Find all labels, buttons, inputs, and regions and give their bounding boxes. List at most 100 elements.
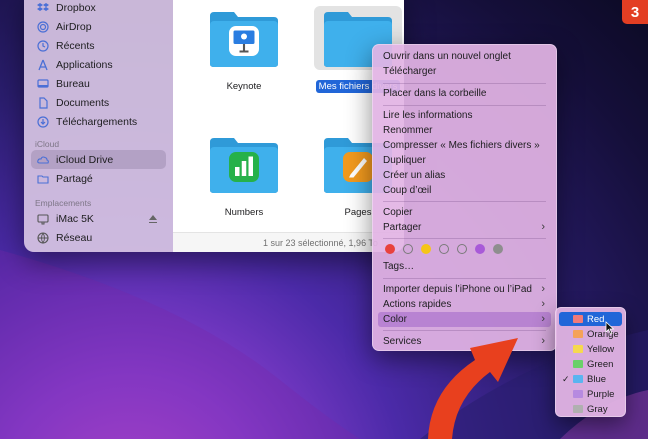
applications-icon (37, 59, 49, 71)
context-menu: Ouvrir dans un nouvel onglet Télécharger… (372, 44, 557, 351)
chevron-right-icon: › (541, 335, 545, 347)
menu-item-download[interactable]: Télécharger (378, 64, 551, 79)
sidebar-item-dropbox[interactable]: Dropbox (31, 0, 166, 17)
sidebar-section-icloud: iCloud (35, 139, 60, 149)
sidebar-item-bureau[interactable]: Bureau (31, 74, 166, 93)
menu-separator (383, 83, 546, 84)
sidebar-item-label: Réseau (56, 231, 93, 244)
download-icon (37, 115, 49, 128)
menu-item-label: Importer depuis l’iPhone ou l’iPad (383, 284, 532, 295)
folder-color-swatch-icon (573, 390, 583, 398)
sidebar-item-label: iMac 5K (56, 212, 94, 225)
folder-color-swatch-icon (573, 405, 583, 413)
tag-color-dot[interactable] (475, 244, 485, 254)
color-option-label: Green (587, 358, 614, 370)
cloud-icon (37, 154, 49, 166)
annotation-arrow-icon (428, 338, 518, 439)
menu-item-copy[interactable]: Copier (378, 205, 551, 220)
sidebar-item-icloud-drive[interactable]: iCloud Drive (31, 150, 166, 169)
tag-color-dot[interactable] (421, 244, 431, 254)
menu-item-label: Partager (383, 222, 422, 233)
numbers-app-icon (229, 152, 259, 182)
tag-color-dot[interactable] (457, 244, 467, 254)
menu-item-tags[interactable]: Tags… (378, 259, 551, 274)
menu-item-duplicate[interactable]: Dupliquer (378, 153, 551, 168)
folder-color-swatch-icon (573, 330, 583, 338)
tag-color-row (385, 244, 503, 254)
tag-color-dot[interactable] (439, 244, 449, 254)
sidebar-item-network[interactable]: Réseau (31, 228, 166, 247)
sidebar-item-downloads[interactable]: Téléchargements (31, 112, 166, 131)
chevron-right-icon: › (541, 221, 545, 233)
menu-item-quick-look[interactable]: Coup d’œil (378, 183, 551, 198)
color-option-label: Gray (587, 403, 608, 415)
file-label: Numbers (224, 207, 264, 218)
menu-item-rename[interactable]: Renommer (378, 123, 551, 138)
sidebar-item-label: Dropbox (56, 1, 96, 14)
tag-color-dot[interactable] (403, 244, 413, 254)
sidebar-item-label: AirDrop (56, 20, 92, 33)
sidebar-item-label: iCloud Drive (56, 153, 114, 166)
menu-item-open-new-tab[interactable]: Ouvrir dans un nouvel onglet (378, 49, 551, 64)
sidebar-item-label: Applications (56, 58, 113, 71)
color-option-label: Red (587, 313, 605, 325)
folder-color-swatch-icon (573, 345, 583, 353)
color-option-label: Yellow (587, 343, 615, 355)
sidebar-item-label: Téléchargements (56, 115, 138, 128)
color-submenu: Red Orange Yellow Green ✓ Blue Purple Gray (555, 307, 626, 417)
sidebar-item-partage[interactable]: Partagé (31, 169, 166, 188)
menu-item-import-iphone[interactable]: Importer depuis l’iPhone ou l’iPad › (378, 282, 551, 297)
finder-window: Dropbox AirDrop Récents Applications Bur… (24, 0, 404, 252)
menu-item-share[interactable]: Partager › (378, 220, 551, 235)
menu-item-label: Actions rapides (383, 299, 452, 310)
sidebar-item-documents[interactable]: Documents (31, 93, 166, 112)
menu-separator (383, 278, 546, 279)
menu-separator (383, 238, 546, 239)
menu-item-compress[interactable]: Compresser « Mes fichiers divers » (378, 138, 551, 153)
network-icon (37, 231, 49, 244)
sidebar-item-recents[interactable]: Récents (31, 36, 166, 55)
folder-color-swatch-icon (573, 360, 583, 368)
menu-item-quick-actions[interactable]: Actions rapides › (378, 297, 551, 312)
document-icon (37, 96, 49, 109)
dropbox-icon (37, 2, 49, 14)
sidebar-item-label: Documents (56, 96, 110, 109)
tag-color-dot[interactable] (385, 244, 395, 254)
keynote-app-icon (229, 26, 259, 56)
status-bar: 1 sur 23 sélectionné, 1,96 To (173, 232, 404, 252)
imac-icon (37, 213, 49, 225)
folder-color-swatch-icon (573, 315, 583, 323)
menu-item-make-alias[interactable]: Créer un alias (378, 168, 551, 183)
menu-item-get-info[interactable]: Lire les informations (378, 108, 551, 123)
file-item-numbers[interactable]: Numbers (196, 136, 292, 219)
sidebar-item-imac[interactable]: iMac 5K (31, 209, 166, 228)
checkmark-icon: ✓ (562, 373, 570, 384)
desktop-icon (37, 78, 49, 90)
menu-item-move-to-trash[interactable]: Placer dans la corbeille (378, 86, 551, 101)
color-option-yellow[interactable]: Yellow (559, 342, 622, 356)
sidebar-item-airdrop[interactable]: AirDrop (31, 17, 166, 36)
mouse-pointer-icon (605, 321, 615, 335)
folder-icon (208, 136, 280, 194)
step-number-badge: 3 (622, 0, 648, 24)
tag-color-dot[interactable] (493, 244, 503, 254)
chevron-right-icon: › (541, 313, 545, 325)
menu-separator (383, 105, 546, 106)
folder-icon (208, 10, 280, 68)
file-grid: Keynote Mes fichiers divers Numbers Page… (173, 0, 404, 252)
shared-folder-icon (37, 173, 49, 185)
color-option-green[interactable]: Green (559, 357, 622, 371)
color-option-label: Blue (587, 373, 607, 385)
file-label: Keynote (226, 81, 262, 92)
chevron-right-icon: › (541, 298, 545, 310)
folder-color-swatch-icon (573, 375, 583, 383)
pages-app-icon (343, 152, 373, 182)
clock-icon (37, 39, 49, 52)
color-option-purple[interactable]: Purple (559, 387, 622, 401)
color-option-blue[interactable]: ✓ Blue (559, 372, 622, 386)
color-option-gray[interactable]: Gray (559, 402, 622, 416)
file-item-keynote[interactable]: Keynote (196, 10, 292, 93)
eject-icon[interactable] (148, 214, 158, 224)
menu-separator (383, 201, 546, 202)
sidebar-item-applications[interactable]: Applications (31, 55, 166, 74)
